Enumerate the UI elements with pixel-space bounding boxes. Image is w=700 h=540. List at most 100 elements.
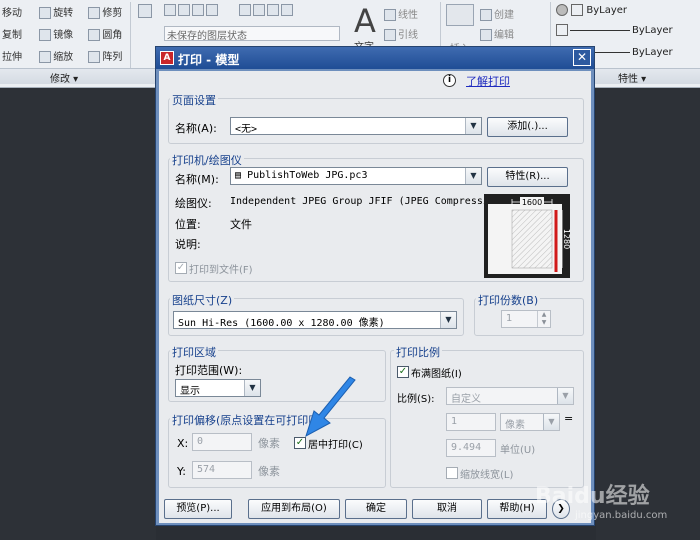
offset-y-field[interactable]: 574	[192, 461, 252, 479]
array-icon	[88, 51, 101, 63]
printer-properties-button[interactable]: 特性(R)...	[487, 167, 568, 187]
edit-block[interactable]: 编辑	[480, 26, 514, 41]
baidu-watermark: Baidu经验 jingyan.baidu.com	[535, 474, 695, 530]
autocad-logo-icon: A	[160, 51, 174, 65]
scale-lineweights-checkbox[interactable]	[446, 467, 458, 479]
plot-area-label: 打印区域	[170, 344, 218, 360]
offset-x-unit: 像素	[258, 437, 280, 450]
rotate-icon	[39, 7, 52, 19]
preview-width: 1600	[522, 198, 542, 207]
plotter-label: 绘图仪:	[175, 197, 212, 210]
preview-height: 1280	[562, 229, 570, 249]
mirror-tool[interactable]: 镜像	[39, 29, 73, 41]
offset-y-label: Y:	[177, 465, 186, 478]
info-icon: i	[443, 74, 456, 87]
ok-button[interactable]: 确定	[345, 499, 407, 519]
create-block[interactable]: 创建	[480, 6, 514, 21]
paper-size-label: 图纸尺寸(Z)	[170, 292, 235, 308]
brush-icon[interactable]	[138, 4, 154, 18]
color-dropdown[interactable]: ByLayer	[556, 4, 696, 22]
panel-properties-label[interactable]: 特性 ▾	[618, 70, 646, 85]
chevron-down-icon: ▼	[465, 118, 481, 134]
watermark-brand: Baidu经验	[535, 484, 650, 509]
spinner-arrows-icon: ▲ ▼	[537, 311, 550, 327]
panel-modify-label[interactable]: 修改 ▾	[50, 70, 78, 85]
dialog-title-bar[interactable]: A 打印 - 模型 ✕	[156, 47, 594, 69]
close-button[interactable]: ✕	[573, 49, 591, 66]
location-value: 文件	[230, 218, 252, 231]
drawing-area-right[interactable]	[596, 88, 700, 540]
scale-lineweights-label: 缩放线宽(L)	[460, 470, 514, 481]
fit-to-paper-checkbox[interactable]: ✓	[397, 366, 409, 378]
printer-name-label: 名称(M):	[175, 173, 219, 186]
print-to-file-checkbox[interactable]: ✓	[175, 262, 187, 274]
rotate-tool[interactable]: 旋转	[39, 7, 73, 19]
cancel-button[interactable]: 取消	[412, 499, 482, 519]
printer-label: 打印机/绘图仪	[170, 152, 244, 168]
linetype-dropdown[interactable]: ByLayer	[556, 24, 696, 42]
ribbon-row-3: 拉伸 缩放 阵列	[2, 48, 122, 63]
watermark-url: jingyan.baidu.com	[575, 510, 668, 521]
add-page-setup-button[interactable]: 添加(.)...	[487, 117, 568, 137]
copy-tool[interactable]: 复制	[2, 30, 22, 41]
page-setup-label: 页面设置	[170, 92, 218, 108]
fillet-icon	[88, 29, 101, 41]
print-to-file-label: 打印到文件(F)	[189, 265, 253, 276]
offset-x-label: X:	[177, 437, 189, 450]
drawing-area-left[interactable]	[0, 88, 156, 540]
leader-tool[interactable]: 引线	[384, 26, 418, 41]
description-label: 说明:	[175, 238, 201, 251]
ribbon-row-2: 复制 镜像 圆角	[2, 26, 122, 41]
ribbon-separator	[130, 2, 131, 68]
scale-select[interactable]: 自定义 ▼	[446, 387, 574, 405]
text-tool-icon[interactable]: A	[354, 2, 376, 40]
equals-sign: =	[564, 412, 574, 425]
apply-to-layout-button[interactable]: 应用到布局(O)	[248, 499, 340, 519]
paper-preview-graphic: 1600 1280	[488, 197, 571, 274]
copies-spinner[interactable]: 1 ▲ ▼	[501, 310, 551, 328]
chevron-down-icon: ▼	[465, 168, 481, 184]
scale-denominator-field[interactable]: 9.494	[446, 439, 496, 457]
page-setup-name-label: 名称(A):	[175, 122, 217, 135]
insert-block-icon[interactable]	[446, 4, 474, 26]
fillet-tool[interactable]: 圆角	[88, 29, 122, 41]
plot-offset-label: 打印偏移(原点设置在可打印区	[170, 412, 322, 428]
chevron-down-icon: ▼	[244, 380, 260, 396]
plot-scale-label: 打印比例	[394, 344, 442, 360]
mirror-icon	[39, 29, 52, 41]
page-setup-name-select[interactable]: <无> ▼	[230, 117, 482, 135]
layer-state-dropdown[interactable]: 未保存的图层状态	[164, 26, 340, 42]
annotation-arrow-icon	[305, 376, 356, 438]
preview-button[interactable]: 预览(P)...	[164, 499, 232, 519]
chevron-down-icon: ▼	[440, 312, 456, 328]
scale-tool[interactable]: 缩放	[39, 51, 73, 63]
offset-y-unit: 像素	[258, 465, 280, 478]
scale-numerator-field[interactable]: 1	[446, 413, 496, 431]
plot-range-label: 打印范围(W):	[175, 364, 243, 377]
stretch-tool[interactable]: 拉伸	[2, 52, 22, 63]
printer-icon: ▤	[235, 170, 242, 181]
dialog-title: 打印 - 模型	[178, 53, 240, 67]
layer-tools-icons[interactable]	[164, 4, 295, 16]
move-tool[interactable]: 移动	[2, 8, 22, 19]
offset-x-field[interactable]: 0	[192, 433, 252, 451]
copies-label: 打印份数(B)	[476, 292, 541, 308]
paper-size-select[interactable]: Sun Hi-Res (1600.00 x 1280.00 像素) ▼	[173, 311, 457, 329]
plot-range-select[interactable]: 显示 ▼	[175, 379, 261, 397]
chevron-down-icon: ▼	[557, 388, 573, 404]
scale-icon	[39, 51, 52, 63]
scale-unit-select[interactable]: 像素 ▼	[500, 413, 560, 431]
plotter-value: Independent JPEG Group JFIF (JPEG Compre…	[230, 196, 507, 207]
ribbon-row-1: 移动 旋转 修剪	[2, 4, 122, 19]
scale-label: 比例(S):	[397, 394, 435, 405]
learn-plot-link[interactable]: 了解打印	[466, 73, 510, 89]
trim-tool[interactable]: 修剪	[88, 7, 122, 19]
linear-dimension[interactable]: 线性	[384, 6, 418, 21]
trim-icon	[88, 7, 101, 19]
chevron-down-icon: ▼	[543, 414, 559, 430]
fit-to-paper-label: 布满图纸(I)	[411, 369, 462, 380]
printer-name-select[interactable]: ▤ PublishToWeb JPG.pc3 ▼	[230, 167, 482, 185]
location-label: 位置:	[175, 218, 201, 231]
paper-preview: 1600 1280	[484, 194, 571, 278]
array-tool[interactable]: 阵列	[88, 51, 122, 63]
